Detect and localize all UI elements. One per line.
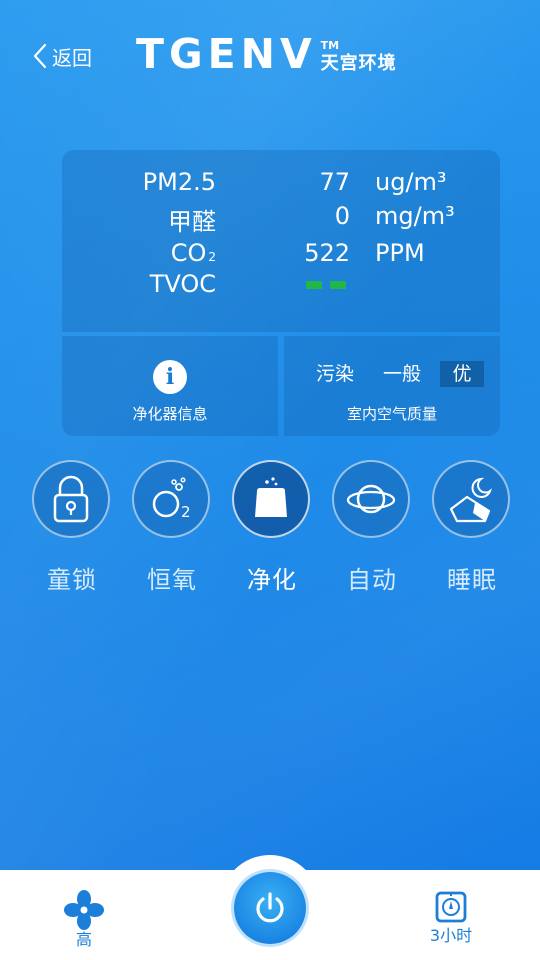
mode-sleep-button[interactable]: 睡眠 — [422, 460, 522, 595]
mode-circle: 2 — [132, 460, 210, 538]
reading-unit: PPM — [375, 239, 425, 267]
mode-auto-button[interactable]: 自动 — [322, 460, 422, 595]
reading-name-main: CO — [170, 239, 207, 267]
reading-name: CO 2 — [171, 239, 216, 267]
reading-value: 522 — [304, 239, 350, 267]
purify-icon — [255, 477, 287, 517]
quality-level-average: 一般 — [382, 363, 421, 385]
air-quality-levels: 污染 一般 优 — [284, 361, 500, 387]
logo-chinese-name: 天宫环境 — [320, 53, 397, 74]
reading-row-co2: CO 2 522 PPM — [62, 239, 500, 273]
mode-child-lock-button[interactable]: 童锁 — [22, 460, 122, 595]
reading-name: 甲醛 — [168, 208, 216, 236]
mode-label: 自动 — [347, 566, 397, 594]
quality-level-good: 优 — [440, 361, 484, 387]
timer-label: 3小时 — [429, 926, 473, 945]
reading-name: PM2.5 — [142, 168, 216, 196]
mode-circle — [32, 460, 110, 538]
planet-icon — [346, 484, 396, 514]
power-button[interactable] — [234, 872, 306, 944]
mode-purify-button[interactable]: 净化 — [222, 460, 322, 595]
mode-oxygen-button[interactable]: 2 恒氧 — [122, 460, 222, 595]
lock-icon — [53, 475, 89, 523]
tvoc-level-bar — [306, 281, 322, 289]
air-readings-panel: PM2.5 77 ug/m³ 甲醛 0 mg/m³ CO 2 522 PPM TV… — [62, 150, 500, 436]
svg-text:2: 2 — [181, 503, 191, 521]
mode-label: 恒氧 — [147, 566, 197, 594]
mode-circle — [332, 460, 410, 538]
brand-logo: TGENV TM 天宫环境 — [136, 32, 397, 76]
reading-value: 0 — [334, 202, 350, 230]
chevron-left-icon — [33, 43, 47, 69]
mode-label: 睡眠 — [447, 566, 497, 594]
reading-value: 77 — [319, 168, 350, 196]
fan-icon — [64, 890, 104, 930]
reading-name-subscript: 2 — [208, 250, 216, 264]
header: 返回 TGENV TM 天宫环境 — [0, 0, 540, 110]
timer-button[interactable]: 3小时 — [420, 890, 482, 946]
reading-unit: ug/m³ — [375, 168, 447, 196]
mode-label: 童锁 — [47, 566, 97, 594]
logo-text: TGENV — [136, 30, 317, 78]
mode-circle — [232, 460, 310, 538]
info-icon[interactable]: i — [153, 360, 187, 394]
oxygen-icon: 2 — [152, 477, 191, 521]
tvoc-level-indicator — [306, 281, 346, 289]
mode-circle — [432, 460, 510, 538]
mode-label: 净化 — [247, 566, 297, 594]
air-quality-label: 室内空气质量 — [346, 405, 437, 423]
fan-speed-button[interactable]: 高 — [58, 890, 110, 950]
logo-trademark: TM — [320, 39, 340, 52]
mode-selector: 童锁 2 恒氧 净化 自动 睡眠 — [0, 460, 540, 600]
reading-row-tvoc: TVOC — [62, 270, 500, 304]
power-icon — [256, 892, 284, 923]
reading-unit: mg/m³ — [375, 202, 455, 230]
moon-icon — [449, 477, 493, 523]
readings-area: PM2.5 77 ug/m³ 甲醛 0 mg/m³ CO 2 522 PPM TV… — [62, 150, 500, 332]
back-label: 返回 — [52, 45, 92, 70]
purifier-info-label: 净化器信息 — [132, 405, 208, 423]
timer-icon — [435, 891, 467, 923]
reading-name: TVOC — [149, 270, 216, 298]
quality-level-polluted: 污染 — [315, 363, 354, 385]
tvoc-level-bar — [330, 281, 346, 289]
reading-row-formaldehyde: 甲醛 0 mg/m³ — [62, 202, 500, 236]
reading-row-pm25: PM2.5 77 ug/m³ — [62, 168, 500, 202]
fan-speed-label: 高 — [75, 930, 92, 949]
back-button[interactable]: 返回 — [32, 40, 92, 72]
